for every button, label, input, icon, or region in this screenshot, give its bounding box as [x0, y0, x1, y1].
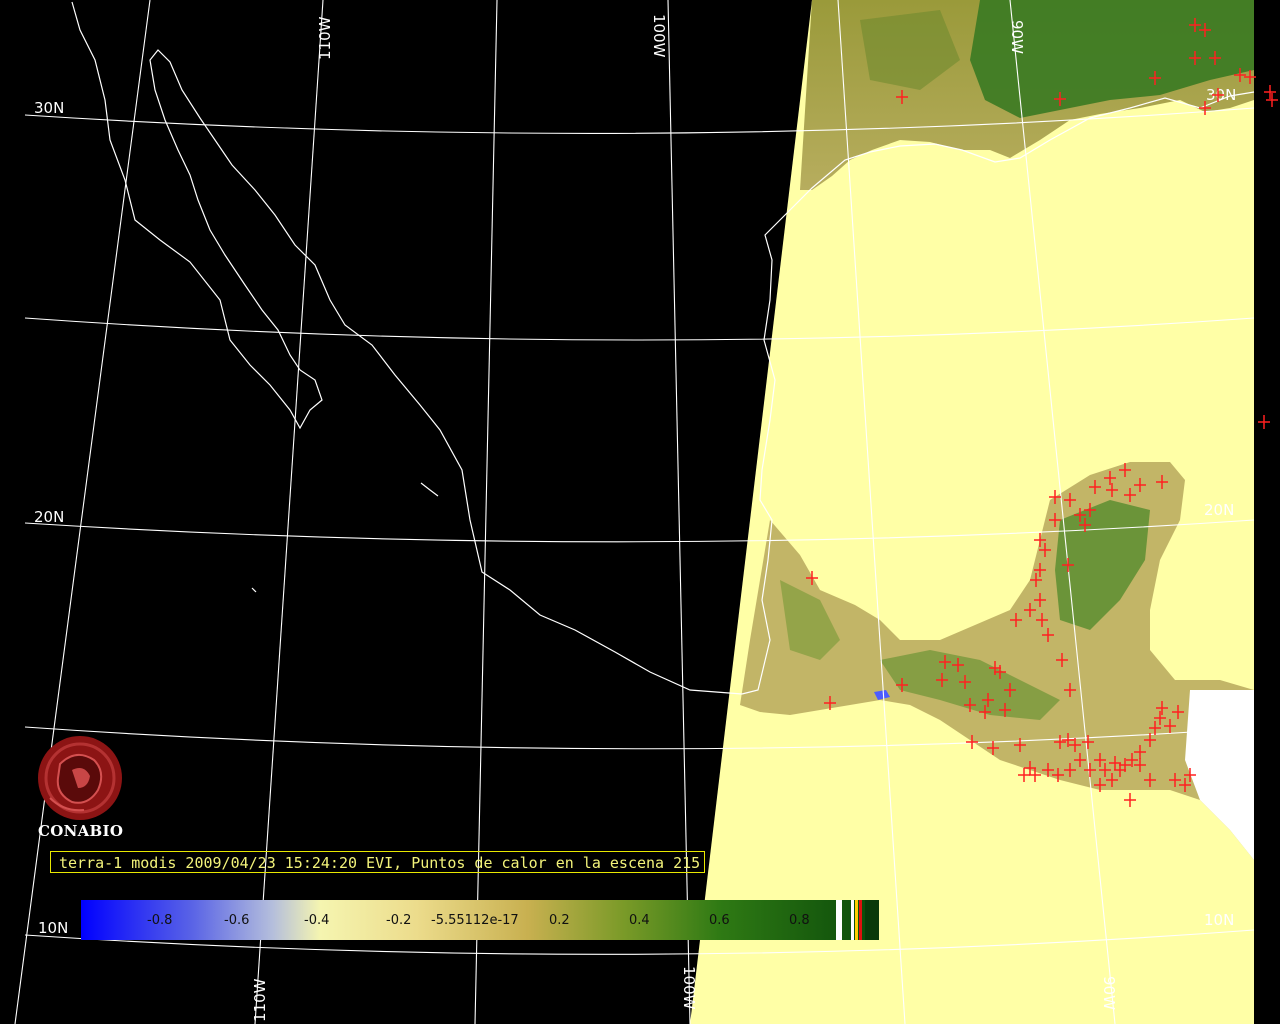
conabio-logo-icon [38, 736, 122, 820]
colorbar-tick-label: 0.8 [789, 913, 810, 928]
grid-label-100w-top: 100W [650, 14, 668, 58]
colorbar-tick-label: -0.2 [386, 913, 411, 928]
grid-label-110w-top: 110W [316, 16, 334, 60]
colorbar-tick-label: 0.2 [549, 913, 570, 928]
grid-label-20n-right: 20N [1204, 501, 1234, 519]
grid-label-10n-right: 10N [1204, 911, 1234, 929]
colorbar-tick-label: -0.6 [224, 913, 249, 928]
logo-name: CONABIO [38, 822, 124, 840]
grid-label-20n-left: 20N [34, 508, 64, 526]
hotspot-marker [1264, 85, 1276, 99]
grid-label-100w-bottom: 100W [680, 966, 698, 1010]
colorbar-tick-label: 0.4 [629, 913, 650, 928]
grid-label-10n-left: 10N [38, 919, 68, 937]
grid-label-30n: 30N [34, 99, 64, 117]
colorbar-tick-label: -0.4 [304, 913, 329, 928]
color-scale-bar: -0.8 -0.6 -0.4 -0.2 -5.55112e-17 0.2 0.4 0.6 0.8 [81, 900, 879, 940]
hotspot-marker [1258, 415, 1270, 429]
colorbar-tick-label: 0.6 [709, 913, 730, 928]
colorbar-tick-label: -0.8 [147, 913, 172, 928]
grid-label-90w-top: 90W [1008, 20, 1026, 54]
scene-caption: terra-1 modis 2009/04/23 15:24:20 EVI, P… [50, 851, 705, 873]
hotspot-marker [1266, 93, 1278, 107]
grid-label-110w-bottom: 110W [251, 978, 269, 1022]
grid-label-90w-bottom: 90W [1100, 976, 1118, 1010]
colorbar-tick-label: -5.55112e-17 [431, 913, 519, 928]
